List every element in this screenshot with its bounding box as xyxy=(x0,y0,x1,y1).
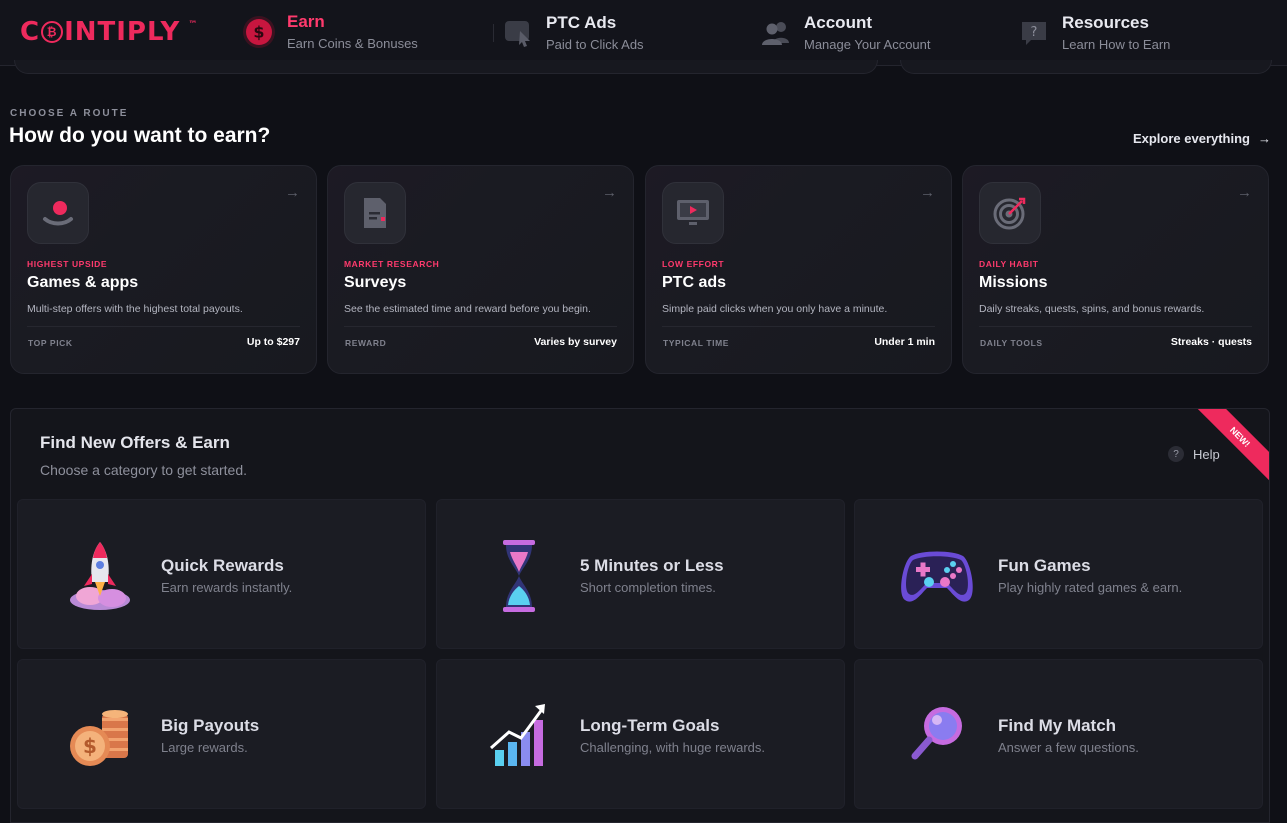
nav-earn-subtitle: Earn Coins & Bonuses xyxy=(287,35,418,51)
nav-resources[interactable]: ? Resources Learn How to Earn xyxy=(1010,0,1268,66)
route-card-surveys[interactable]: → MARKET RESEARCH Surveys See the estima… xyxy=(327,165,634,374)
logo-text: INTIPLY xyxy=(64,17,181,47)
card-meta-value: Under 1 min xyxy=(874,336,935,348)
card-title: Games & apps xyxy=(27,274,139,291)
divider xyxy=(344,326,617,327)
nav-earn[interactable]: $ Earn Earn Coins & Bonuses xyxy=(235,0,493,66)
tile-title: 5 Minutes or Less xyxy=(580,556,724,575)
card-tag: MARKET RESEARCH xyxy=(344,259,440,269)
brand-logo[interactable]: C ₿ INTIPLY ™ xyxy=(20,16,198,48)
tile-title: Big Payouts xyxy=(161,716,260,735)
card-meta-value: Streaks · quests xyxy=(1170,336,1252,348)
hourglass-icon xyxy=(479,538,559,614)
tile-subtitle: Earn rewards instantly. xyxy=(161,580,293,595)
tile-subtitle: Answer a few questions. xyxy=(998,740,1139,755)
coin-stack-icon: $ xyxy=(60,698,140,774)
nav-earn-title: Earn xyxy=(287,11,325,31)
nav-ptc-title: PTC Ads xyxy=(546,12,617,32)
route-card-ptc-ads[interactable]: → LOW EFFORT PTC ads Simple paid clicks … xyxy=(645,165,952,374)
nav-ptc-ads[interactable]: PTC Ads Paid to Click Ads xyxy=(494,0,752,66)
logo-letter: C xyxy=(20,17,41,47)
card-tag: HIGHEST UPSIDE xyxy=(27,259,108,269)
tile-subtitle: Short completion times. xyxy=(580,580,716,595)
tile-title: Long-Term Goals xyxy=(580,716,720,735)
partial-card xyxy=(14,60,878,74)
tile-title: Fun Games xyxy=(998,556,1091,575)
monitor-play-icon xyxy=(662,182,724,244)
arrow-right-icon: → xyxy=(602,184,617,201)
category-5-minutes[interactable]: 5 Minutes or Less Short completion times… xyxy=(436,499,845,649)
category-long-term-goals[interactable]: Long-Term Goals Challenging, with huge r… xyxy=(436,659,845,809)
card-title: PTC ads xyxy=(662,274,727,291)
nav-resources-subtitle: Learn How to Earn xyxy=(1062,36,1171,52)
nav-ptc-subtitle: Paid to Click Ads xyxy=(546,36,644,52)
survey-doc-icon xyxy=(344,182,406,244)
divider xyxy=(662,326,935,327)
card-meta-label: REWARD xyxy=(345,338,387,348)
category-find-my-match[interactable]: Find My Match Answer a few questions. xyxy=(854,659,1263,809)
route-card-missions[interactable]: → DAILY HABIT Missions Daily streaks, qu… xyxy=(962,165,1269,374)
growth-chart-icon xyxy=(479,698,559,774)
gamepad-icon xyxy=(897,538,977,614)
partial-card xyxy=(900,60,1272,74)
tile-subtitle: Play highly rated games & earn. xyxy=(998,580,1183,595)
tile-title: Find My Match xyxy=(998,716,1117,735)
games-apps-icon xyxy=(27,182,89,244)
card-tag: DAILY HABIT xyxy=(979,259,1039,269)
trademark: ™ xyxy=(188,20,199,30)
card-description: Multi-step offers with the highest total… xyxy=(27,303,243,315)
divider xyxy=(979,326,1252,327)
svg-text:$: $ xyxy=(83,734,97,758)
svg-text:$: $ xyxy=(253,23,264,42)
category-quick-rewards[interactable]: Quick Rewards Earn rewards instantly. xyxy=(17,499,426,649)
target-icon xyxy=(979,182,1041,244)
card-tag: LOW EFFORT xyxy=(662,259,725,269)
explore-everything-link[interactable]: Explore everything → xyxy=(1133,131,1271,146)
question-icon: ? xyxy=(1168,446,1184,462)
nav-resources-title: Resources xyxy=(1062,12,1149,32)
help-bubble-icon: ? xyxy=(1018,17,1050,49)
card-description: Daily streaks, quests, spins, and bonus … xyxy=(979,303,1205,315)
arrow-right-icon: → xyxy=(1258,131,1271,146)
section-eyebrow: CHOOSE A ROUTE xyxy=(10,108,129,119)
card-description: See the estimated time and reward before… xyxy=(344,303,591,315)
card-title: Missions xyxy=(979,274,1048,291)
card-description: Simple paid clicks when you only have a … xyxy=(662,303,888,315)
category-big-payouts[interactable]: $ Big Payouts Large rewards. xyxy=(17,659,426,809)
section-title: How do you want to earn? xyxy=(9,124,271,147)
svg-text:?: ? xyxy=(1031,25,1038,40)
category-fun-games[interactable]: Fun Games Play highly rated games & earn… xyxy=(854,499,1263,649)
card-title: Surveys xyxy=(344,274,407,291)
nav-account-subtitle: Manage Your Account xyxy=(804,36,931,52)
nav-account-title: Account xyxy=(804,12,872,32)
card-meta-value: Varies by survey xyxy=(534,336,617,348)
divider xyxy=(27,326,300,327)
new-ribbon: NEW! xyxy=(1195,409,1269,483)
offers-subtitle: Choose a category to get started. xyxy=(40,462,248,478)
tile-subtitle: Challenging, with huge rewards. xyxy=(580,740,765,755)
tile-subtitle: Large rewards. xyxy=(161,740,248,755)
users-icon xyxy=(760,17,792,49)
explore-label: Explore everything xyxy=(1132,131,1250,146)
card-meta-label: DAILY TOOLS xyxy=(980,338,1043,348)
click-ads-icon xyxy=(502,17,534,49)
new-badge: NEW! xyxy=(1195,409,1269,483)
offers-panel: Find New Offers & Earn Choose a category… xyxy=(10,408,1270,823)
arrow-right-icon: → xyxy=(1237,184,1252,201)
bitcoin-coin-icon: ₿ xyxy=(41,21,64,43)
top-nav: C ₿ INTIPLY ™ $ Earn Earn Coins & Bonuse… xyxy=(0,0,1287,66)
card-meta-value: Up to $297 xyxy=(246,336,300,348)
nav-account[interactable]: Account Manage Your Account xyxy=(752,0,1010,66)
arrow-right-icon: → xyxy=(920,184,935,201)
tile-title: Quick Rewards xyxy=(161,556,284,575)
route-card-games-apps[interactable]: → HIGHEST UPSIDE Games & apps Multi-step… xyxy=(10,165,317,374)
arrow-right-icon: → xyxy=(285,184,300,201)
rocket-icon xyxy=(60,538,140,614)
offers-title: Find New Offers & Earn xyxy=(40,433,230,452)
dollar-icon: $ xyxy=(243,16,275,48)
magnifier-icon xyxy=(897,698,977,774)
card-meta-label: TYPICAL TIME xyxy=(663,338,730,348)
card-meta-label: TOP PICK xyxy=(28,338,73,348)
